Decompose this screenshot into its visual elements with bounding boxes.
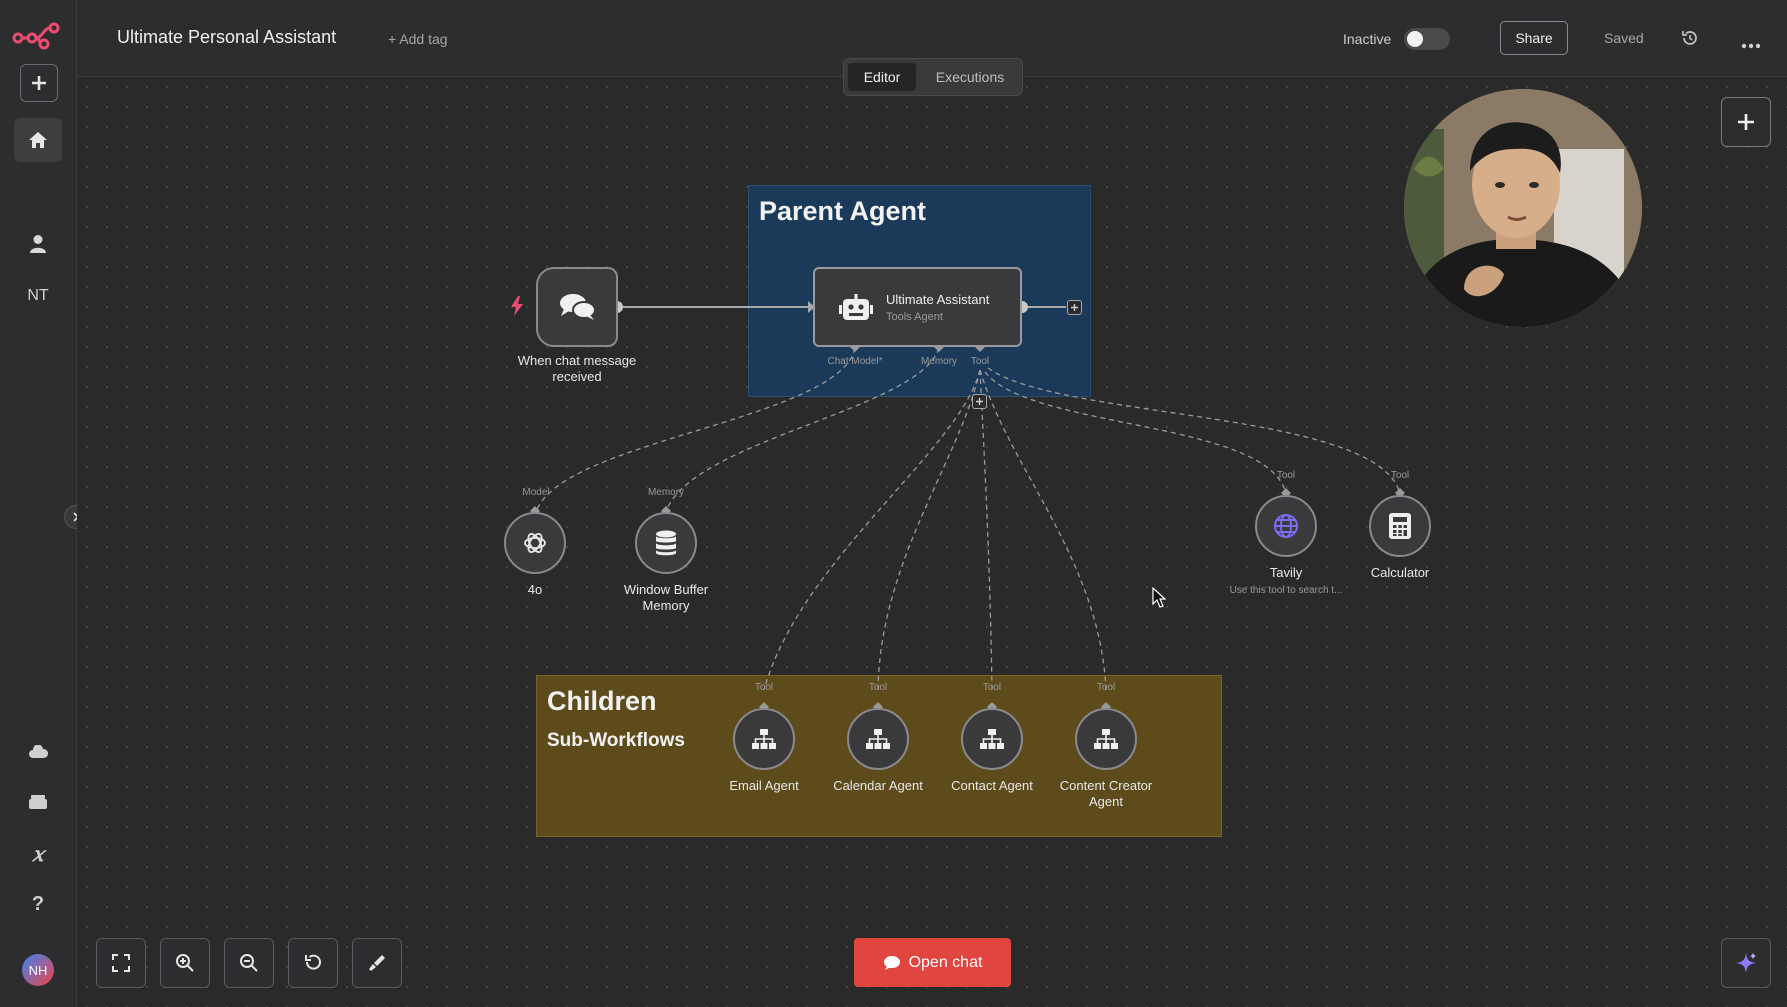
sitemap-icon [866,729,890,749]
node-label: Contact Agent [951,778,1033,793]
node-label: Tavily [1269,565,1303,580]
robot-icon [839,294,873,327]
node-label: Email Agent [729,778,799,793]
sparkle-icon [1736,953,1756,973]
node-sublabel: Use this tool to search t... [1229,585,1343,596]
trigger-node[interactable] [536,267,618,347]
reset-zoom-icon [305,954,321,970]
add-tool-button[interactable] [972,394,987,409]
zoom-out-button[interactable] [224,938,274,988]
agent-node[interactable]: Ultimate Assistant Tools Agent [813,267,1022,347]
memory-node[interactable] [635,512,697,574]
calculator-icon [1389,513,1411,539]
add-next-node-button[interactable] [1067,300,1082,315]
open-chat-label: Open chat [908,953,983,971]
port-label: Memory [647,487,685,498]
port-label: Tool [982,682,1002,693]
open-chat-button[interactable]: Open chat [854,938,1011,987]
connections-layer [530,301,1405,712]
plus-icon [1071,304,1078,311]
email-agent-node[interactable] [733,708,795,770]
fit-view-icon [112,954,130,972]
database-icon [656,530,676,556]
port-label-memory: Memory [920,356,958,367]
port-label: Tool [868,682,888,693]
node-label: Calculator [1370,565,1430,580]
node-label: When chat message received [517,353,637,384]
port-label: Tool [754,682,774,693]
tidy-up-button[interactable] [352,938,402,988]
zoom-out-icon [240,954,258,972]
agent-subtitle: Tools Agent [886,311,943,323]
calendar-agent-node[interactable] [847,708,909,770]
agent-title: Ultimate Assistant [886,292,990,307]
port-label: Model [522,487,550,498]
sitemap-icon [752,729,776,749]
globe-icon [1274,514,1298,538]
calculator-node[interactable] [1369,495,1431,557]
fit-view-button[interactable] [96,938,146,988]
mouse-cursor [1152,586,1167,614]
chat-icon [883,955,900,970]
openai-icon [524,533,546,553]
ask-ai-button[interactable] [1721,938,1771,988]
sitemap-icon [1094,729,1118,749]
port-label: Tool [1276,470,1296,481]
plus-icon [976,398,983,405]
port-label-tool: Tool [970,356,990,367]
node-label: Content Creator Agent [1059,778,1153,809]
content-creator-agent-node[interactable] [1075,708,1137,770]
tidy-up-icon [369,955,385,971]
port-label: Tool [1390,470,1410,481]
port-label: Tool [1096,682,1116,693]
chat-bubbles-icon [560,294,596,320]
node-label: 4o [527,582,543,597]
tavily-node[interactable] [1255,495,1317,557]
reset-zoom-button[interactable] [288,938,338,988]
contact-agent-node[interactable] [961,708,1023,770]
model-node[interactable] [504,512,566,574]
lightning-icon [510,296,524,321]
node-label: Window Buffer Memory [623,582,709,613]
port-label-chat-model: Chat Model* [827,356,883,367]
zoom-in-icon [176,954,194,972]
zoom-in-button[interactable] [160,938,210,988]
node-label: Calendar Agent [833,778,923,793]
sitemap-icon [980,729,1004,749]
